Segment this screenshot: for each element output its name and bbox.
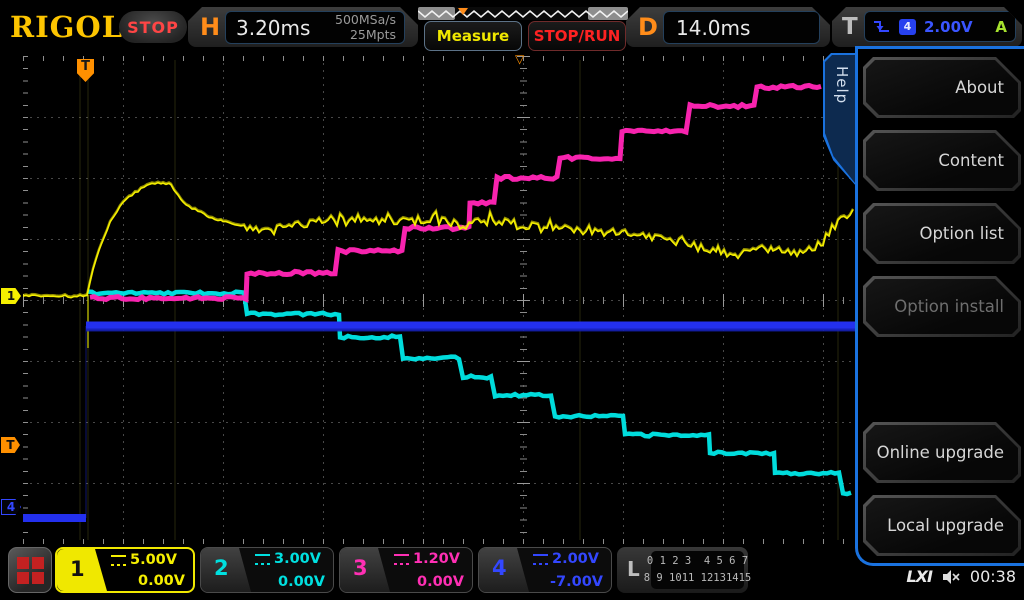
- rigol-logo: RIGOL: [10, 10, 123, 44]
- menu-button-option-install: Option install: [863, 276, 1021, 337]
- trigger-label: T: [842, 7, 858, 47]
- menu-button-online-upgrade[interactable]: Online upgrade: [863, 422, 1021, 483]
- delay-settings[interactable]: D 14.0ms: [626, 7, 830, 47]
- sample-rate: 500MSa/s: [335, 12, 396, 27]
- trigger-level: 2.00V: [924, 18, 973, 36]
- ch3-dc-coupling-icon: [394, 554, 409, 565]
- run-state-label: STOP: [127, 18, 179, 37]
- horizontal-settings[interactable]: H 3.20ms 500MSa/s 25Mpts: [188, 7, 418, 47]
- oscilloscope-screen: RIGOL STOP H 3.20ms 500MSa/s 25Mpts Meas…: [0, 0, 1024, 600]
- measure-label: Measure: [437, 27, 509, 45]
- channel3-number: 3: [353, 556, 368, 580]
- timebase-value: 3.20ms: [226, 16, 310, 40]
- delay-box: 14.0ms: [663, 11, 820, 44]
- ch2-scale: 3.00V: [274, 551, 321, 567]
- record-position-bar[interactable]: [418, 6, 628, 20]
- menu-button-option-list[interactable]: Option list: [863, 203, 1021, 264]
- ch4-dc-coupling-icon: [533, 554, 548, 565]
- memory-depth: 25Mpts: [350, 27, 396, 42]
- stop-run-button[interactable]: STOP/RUN: [528, 21, 626, 51]
- ch4-marker-label: 4: [7, 500, 15, 514]
- horizontal-ref-icon: ▽: [515, 52, 524, 66]
- record-position-zigzag: [418, 7, 628, 21]
- logic-label: L: [627, 557, 640, 581]
- channel1-box[interactable]: 1 5.00V 0.00V: [55, 547, 195, 593]
- lxi-indicator: LXI: [906, 567, 931, 586]
- status-right: LXI 00:38: [906, 567, 1016, 586]
- waveform-traces: [23, 56, 855, 544]
- waveform-grid[interactable]: T ▽: [23, 56, 855, 544]
- trigger-position-label: T: [81, 59, 90, 74]
- channel4-number: 4: [492, 556, 507, 580]
- help-tab-label: Help: [833, 66, 851, 104]
- stop-run-label: STOP/RUN: [534, 27, 621, 45]
- quick-menu-icon: [17, 557, 29, 569]
- channel1-number: 1: [70, 557, 85, 581]
- timebase-box: 3.20ms 500MSa/s 25Mpts: [225, 11, 405, 44]
- speaker-muted-icon: [941, 569, 961, 585]
- channel2-number: 2: [214, 556, 229, 580]
- trigger-level-label: T: [6, 438, 14, 452]
- ch4-position-marker[interactable]: 4: [1, 499, 21, 515]
- horizontal-label: H: [200, 7, 220, 47]
- side-menu-panel: About Content Option list Option install…: [855, 46, 1024, 566]
- clock: 00:38: [970, 567, 1016, 586]
- trigger-sweep-mode: A: [995, 18, 1007, 36]
- ch3-offset: 0.00V: [417, 574, 464, 590]
- ch2-dc-coupling-icon: [255, 554, 270, 565]
- trigger-settings[interactable]: T 4 2.00V A: [832, 7, 1022, 47]
- ch4-scale: 2.00V: [552, 551, 599, 567]
- logic-channels-box[interactable]: L 0 1 2 3 4 5 6 7 8 9 1011 12131415: [617, 547, 748, 593]
- trigger-source-badge: 4: [899, 19, 916, 35]
- delay-label: D: [638, 7, 658, 47]
- trigger-level-marker[interactable]: T: [1, 437, 20, 453]
- ch1-scale: 5.00V: [130, 552, 177, 568]
- ch2-offset: 0.00V: [278, 574, 325, 590]
- channel3-box[interactable]: 3 1.20V 0.00V: [339, 547, 473, 593]
- delay-value: 14.0ms: [664, 16, 750, 40]
- ch4-offset: -7.00V: [550, 574, 603, 590]
- menu-button-local-upgrade[interactable]: Local upgrade: [863, 495, 1021, 556]
- menu-button-about[interactable]: About: [863, 57, 1021, 118]
- trigger-box: 4 2.00V A: [864, 11, 1016, 42]
- quick-menu-button[interactable]: [8, 547, 52, 593]
- ch1-dc-coupling-icon: [111, 555, 126, 566]
- ch1-position-marker[interactable]: 1: [1, 288, 21, 304]
- logic-channel-list: 0 1 2 3 4 5 6 7 8 9 1011 12131415: [651, 551, 744, 589]
- ch1-marker-label: 1: [7, 289, 15, 303]
- channel4-box[interactable]: 4 2.00V -7.00V: [478, 547, 612, 593]
- run-state-badge: STOP: [119, 11, 187, 43]
- measure-button[interactable]: Measure: [424, 21, 522, 51]
- menu-button-content[interactable]: Content: [863, 130, 1021, 191]
- ch3-scale: 1.20V: [413, 551, 460, 567]
- channel2-box[interactable]: 2 3.00V 0.00V: [200, 547, 334, 593]
- ch1-offset: 0.00V: [138, 573, 185, 589]
- falling-edge-icon: [873, 19, 891, 34]
